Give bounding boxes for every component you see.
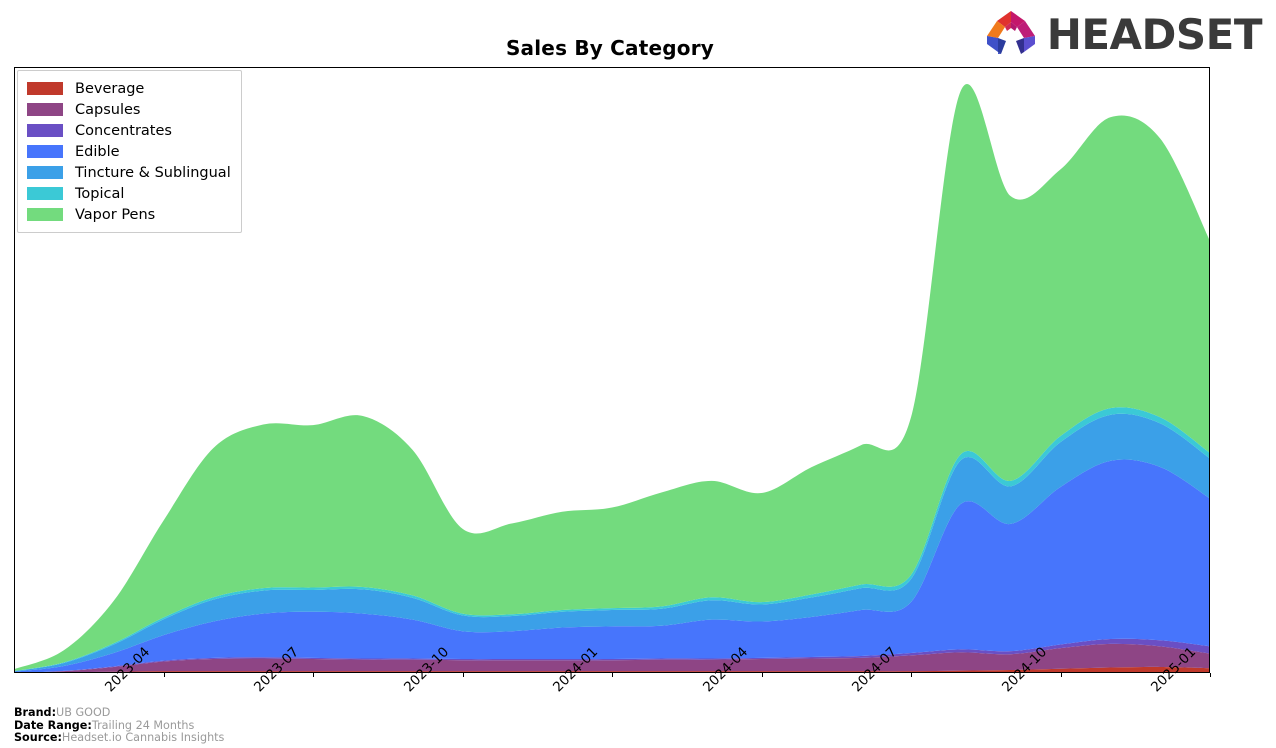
legend-item[interactable]: Tincture & Sublingual (27, 162, 231, 183)
legend-color-swatch (27, 208, 63, 221)
legend-color-swatch (27, 124, 63, 137)
footnote-line: Source:Headset.io Cannabis Insights (14, 731, 225, 745)
x-tick-mark (612, 673, 613, 677)
legend-item-label: Concentrates (75, 122, 172, 139)
legend-item[interactable]: Topical (27, 183, 231, 204)
x-tick-mark (462, 673, 464, 677)
legend-item-label: Tincture & Sublingual (75, 164, 231, 181)
x-tick-mark (313, 673, 314, 677)
legend-item-label: Topical (75, 185, 125, 202)
footnote-value: Trailing 24 Months (91, 718, 195, 732)
brand-logo: HEADSET (981, 8, 1263, 62)
footnote-value: Headset.io Cannabis Insights (61, 731, 225, 745)
legend-color-swatch (27, 145, 63, 158)
legend-item-label: Beverage (75, 80, 145, 97)
legend-item[interactable]: Concentrates (27, 120, 231, 141)
legend-item[interactable]: Capsules (27, 99, 231, 120)
legend-color-swatch (27, 82, 63, 95)
x-tick-mark (911, 673, 912, 677)
headset-logo-icon (981, 8, 1041, 62)
legend-color-swatch (27, 166, 63, 179)
x-tick-mark (1060, 673, 1062, 677)
footnote-key: Date Range: (14, 718, 92, 732)
brand-wordmark: HEADSET (1046, 10, 1263, 59)
legend-item-label: Capsules (75, 101, 141, 118)
legend-item[interactable]: Edible (27, 141, 231, 162)
chart-footnotes: Brand:UB GOOD Date Range:Trailing 24 Mont… (14, 706, 225, 745)
footnote-key: Source: (14, 731, 62, 745)
legend-color-swatch (27, 187, 63, 200)
x-tick-mark (163, 673, 165, 677)
footnote-value: UB GOOD (56, 706, 111, 719)
x-axis-ticks: 2023-04 2023-07 2023-10 2024-01 2024-04 2024-… (14, 644, 1211, 695)
legend-item-label: Vapor Pens (75, 206, 156, 223)
legend-item-label: Edible (75, 143, 120, 160)
chart-legend: Beverage Capsules Concentrates Edible Tinctu… (17, 70, 242, 233)
legend-item[interactable]: Vapor Pens (27, 204, 231, 225)
x-tick-mark (1210, 673, 1211, 677)
footnote-key: Brand: (14, 706, 57, 719)
legend-color-swatch (27, 103, 63, 116)
x-tick-mark (761, 673, 763, 677)
legend-item[interactable]: Beverage (27, 78, 231, 99)
chart-page: Sales By Category HEADSET 2023-04 2023-07… (0, 0, 1276, 748)
